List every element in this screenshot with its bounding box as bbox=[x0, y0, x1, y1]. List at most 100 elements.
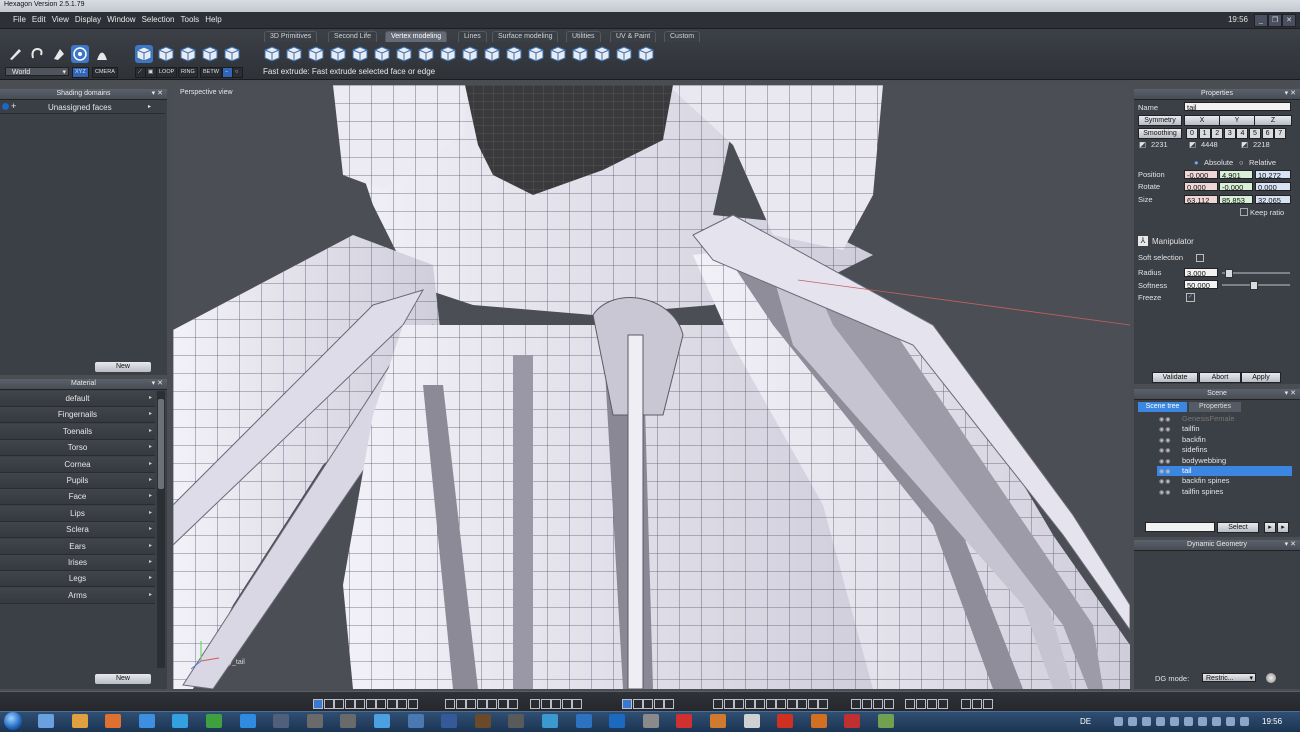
shading-icon[interactable] bbox=[765, 699, 776, 709]
layout-icon[interactable] bbox=[397, 699, 407, 709]
camera-icon[interactable] bbox=[961, 699, 971, 709]
taskbar-app-icon[interactable] bbox=[844, 714, 861, 728]
tab-uv-paint[interactable]: UV & Paint bbox=[610, 31, 657, 42]
menu-window[interactable]: Window bbox=[104, 12, 138, 24]
scene-add-icon[interactable]: ▸ bbox=[1264, 522, 1276, 533]
material-item[interactable]: Arms ▸ bbox=[0, 587, 155, 604]
material-item[interactable]: Irises ▸ bbox=[0, 555, 155, 571]
name-field[interactable]: tail bbox=[1184, 102, 1291, 112]
taskbar-app-icon[interactable] bbox=[38, 714, 54, 728]
extrude-icon[interactable] bbox=[285, 45, 303, 63]
edge-select-cube-icon[interactable] bbox=[157, 45, 175, 63]
radius-slider[interactable] bbox=[1222, 269, 1290, 278]
render-icon[interactable] bbox=[862, 699, 872, 709]
camera-tool-icon[interactable] bbox=[93, 45, 111, 63]
render-icon[interactable] bbox=[884, 699, 894, 709]
collapse-icon[interactable] bbox=[439, 45, 457, 63]
slice-icon[interactable] bbox=[351, 45, 369, 63]
smoothing-level-button[interactable]: 7 bbox=[1274, 128, 1287, 139]
nav-icon[interactable] bbox=[664, 699, 674, 709]
menu-file[interactable]: File bbox=[10, 12, 29, 24]
layout-icon[interactable] bbox=[334, 699, 344, 709]
camera-button[interactable]: CMERA bbox=[92, 67, 118, 78]
taskbar-app-icon[interactable] bbox=[239, 714, 256, 728]
material-item[interactable]: Lips ▸ bbox=[0, 505, 155, 522]
panel-close-icon[interactable]: ▾ ✕ bbox=[1285, 540, 1296, 550]
shading-icon[interactable] bbox=[755, 699, 765, 709]
nav-icon[interactable] bbox=[653, 699, 664, 709]
smoothing-level-button[interactable]: 2 bbox=[1211, 128, 1224, 139]
rotate-z-field[interactable]: 0.000 bbox=[1255, 182, 1291, 192]
snap-icon[interactable] bbox=[561, 699, 572, 709]
object-select-icon[interactable] bbox=[201, 45, 219, 63]
material-item[interactable]: Fingernails ▸ bbox=[0, 407, 155, 424]
bend-icon[interactable] bbox=[527, 45, 545, 63]
tray-icon[interactable] bbox=[1142, 717, 1151, 726]
smoothing-button[interactable]: Smoothing bbox=[1138, 128, 1182, 139]
taskbar-app-icon[interactable] bbox=[743, 714, 760, 728]
scene-item[interactable]: ◉◉ tailfin bbox=[1157, 424, 1292, 434]
softness-slider[interactable] bbox=[1222, 281, 1290, 290]
split-icon[interactable] bbox=[637, 45, 655, 63]
dig-hole-icon[interactable] bbox=[505, 45, 523, 63]
display-mode-icon[interactable] bbox=[508, 699, 518, 709]
taskbar-app-icon[interactable] bbox=[642, 714, 659, 728]
softness-field[interactable]: 50.000 bbox=[1184, 280, 1218, 290]
twist-icon[interactable] bbox=[549, 45, 567, 63]
tray-icon[interactable] bbox=[1170, 717, 1179, 726]
menu-display[interactable]: Display bbox=[72, 12, 104, 24]
menu-view[interactable]: View bbox=[49, 12, 72, 24]
snap-icon[interactable] bbox=[551, 699, 561, 709]
shading-icon[interactable] bbox=[776, 699, 786, 709]
tab-lines[interactable]: Lines bbox=[458, 31, 487, 42]
scene-item[interactable]: ◉◉ bodywebbing bbox=[1157, 456, 1292, 466]
bevel-icon[interactable] bbox=[307, 45, 325, 63]
auto-select-icon[interactable] bbox=[223, 45, 241, 63]
taskbar-app-icon[interactable] bbox=[172, 714, 189, 728]
menu-selection[interactable]: Selection bbox=[139, 12, 178, 24]
size-y-field[interactable]: 85.853 bbox=[1219, 195, 1253, 205]
panel-close-icon[interactable]: ▾ ✕ bbox=[152, 379, 163, 389]
absolute-radio[interactable]: ● bbox=[1194, 158, 1199, 167]
material-item[interactable]: default ▸ bbox=[0, 391, 155, 407]
taskbar-app-icon[interactable] bbox=[71, 714, 88, 728]
size-x-field[interactable]: 63.112 bbox=[1184, 195, 1218, 205]
light-icon[interactable] bbox=[938, 699, 948, 709]
shading-icon[interactable] bbox=[786, 699, 797, 709]
dg-mode-select[interactable]: Restric... ▾ bbox=[1202, 673, 1256, 682]
taskbar-app-icon[interactable] bbox=[105, 714, 122, 728]
layout-icon[interactable] bbox=[323, 699, 334, 709]
layout-icon[interactable] bbox=[365, 699, 376, 709]
snap-icon[interactable] bbox=[530, 699, 540, 709]
material-item[interactable]: Cornea ▸ bbox=[0, 456, 155, 473]
taskbar-app-icon[interactable] bbox=[878, 714, 894, 728]
tab-second-life[interactable]: Second Life bbox=[328, 31, 377, 42]
render-icon[interactable] bbox=[873, 699, 883, 709]
rotate-y-field[interactable]: -0.000 bbox=[1219, 182, 1253, 192]
vertex-select-icon[interactable] bbox=[135, 45, 153, 63]
layout-icon[interactable] bbox=[407, 699, 418, 709]
taskbar-app-icon[interactable] bbox=[340, 714, 357, 728]
nav-icon[interactable] bbox=[622, 699, 632, 709]
tray-icon[interactable] bbox=[1226, 717, 1235, 726]
scene-item[interactable]: ◉◉ GenesisFemale bbox=[1157, 414, 1292, 424]
taskbar-app-icon[interactable] bbox=[273, 714, 290, 728]
render-icon[interactable] bbox=[851, 699, 861, 709]
tessellate-icon[interactable] bbox=[373, 45, 391, 63]
tray-icon[interactable] bbox=[1198, 717, 1207, 726]
position-z-field[interactable]: 10.272 bbox=[1255, 170, 1291, 180]
smoothing-level-button[interactable]: 1 bbox=[1198, 128, 1211, 139]
taskbar-app-icon[interactable] bbox=[407, 714, 424, 728]
universal-manipulator-icon[interactable] bbox=[71, 45, 89, 63]
paint-select-icon[interactable] bbox=[50, 45, 68, 63]
inset-icon[interactable] bbox=[329, 45, 347, 63]
layout-icon[interactable] bbox=[355, 699, 365, 709]
taskbar-app-icon[interactable] bbox=[609, 714, 626, 728]
new-material-button[interactable]: New bbox=[95, 674, 151, 684]
pen-tool-icon[interactable] bbox=[7, 45, 25, 63]
camera-icon[interactable] bbox=[983, 699, 993, 709]
scene-item[interactable]: ◉◉ backfin spines bbox=[1157, 476, 1292, 486]
scene-item[interactable]: ◉◉ sidefins bbox=[1157, 445, 1292, 455]
freeze-checkbox[interactable]: ✓ bbox=[1186, 293, 1195, 302]
smooth-icon[interactable] bbox=[483, 45, 501, 63]
